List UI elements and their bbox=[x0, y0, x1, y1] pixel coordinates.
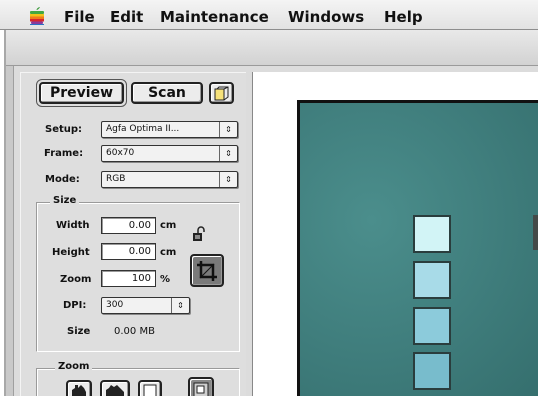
popup-stepper-icon: ⇕ bbox=[219, 146, 237, 161]
frame-popup[interactable]: 60x70 ⇕ bbox=[101, 145, 238, 162]
mode-value: RGB bbox=[106, 174, 126, 184]
crop-icon bbox=[197, 260, 217, 281]
mode-popup[interactable]: RGB ⇕ bbox=[101, 171, 238, 188]
setup-popup[interactable]: Agfa Optima II... ⇕ bbox=[101, 121, 238, 138]
size-group-title: Size bbox=[50, 195, 80, 206]
scan-button[interactable]: Scan bbox=[131, 82, 203, 104]
window-frame-edge bbox=[6, 66, 14, 396]
setup-label: Setup: bbox=[45, 124, 83, 135]
dpi-label: DPI: bbox=[63, 300, 87, 311]
zoom-fit-icon bbox=[143, 384, 157, 396]
zoom-out-tool-button[interactable] bbox=[100, 380, 130, 396]
zoom-field[interactable]: 100 bbox=[101, 270, 156, 287]
color-swatch-4 bbox=[413, 352, 451, 390]
frame-value: 60x70 bbox=[106, 148, 135, 158]
color-swatch-1 bbox=[413, 215, 451, 253]
width-label: Width bbox=[56, 220, 90, 231]
menu-file[interactable]: File bbox=[64, 8, 95, 26]
width-unit: cm bbox=[160, 220, 177, 231]
height-unit: cm bbox=[160, 247, 177, 258]
menu-windows[interactable]: Windows bbox=[288, 8, 364, 26]
menu-help[interactable]: Help bbox=[384, 8, 423, 26]
frame-label: Frame: bbox=[44, 148, 84, 159]
crop-button[interactable] bbox=[190, 254, 224, 287]
lock-icon[interactable] bbox=[192, 226, 210, 244]
size-value: 0.00 MB bbox=[114, 326, 155, 337]
frame-icon bbox=[214, 86, 229, 100]
window-title-bar[interactable] bbox=[6, 30, 538, 66]
apple-menu-icon[interactable] bbox=[28, 6, 46, 25]
zoom-select-icon bbox=[193, 382, 209, 396]
height-label: Height bbox=[52, 247, 90, 258]
zoom-hand-icon bbox=[106, 385, 124, 396]
preview-button[interactable]: Preview bbox=[39, 82, 124, 104]
width-field[interactable]: 0.00 bbox=[101, 217, 156, 234]
popup-arrow-icon: ⇕ bbox=[219, 122, 237, 137]
dpi-popup[interactable]: 300 ⇕ bbox=[101, 297, 190, 314]
zoom-group-title: Zoom bbox=[55, 361, 93, 372]
mode-label: Mode: bbox=[45, 174, 80, 185]
menu-edit[interactable]: Edit bbox=[110, 8, 143, 26]
popup-arrow-icon: ⇕ bbox=[219, 172, 237, 187]
setup-value: Agfa Optima II... bbox=[106, 124, 180, 134]
zoom-label: Zoom bbox=[60, 274, 92, 285]
preview-edge-swatch bbox=[533, 215, 538, 250]
color-swatch-2 bbox=[413, 261, 451, 299]
zoom-select-tool-button[interactable] bbox=[188, 377, 214, 396]
size-label: Size bbox=[67, 326, 91, 337]
dpi-value: 300 bbox=[106, 300, 124, 310]
color-swatch-3 bbox=[413, 307, 451, 345]
zoom-fit-tool-button[interactable] bbox=[138, 380, 162, 396]
zoom-hand-icon bbox=[72, 385, 86, 396]
popup-arrow-icon: ⇕ bbox=[171, 298, 189, 313]
menu-bar: File Edit Maintenance Windows Help bbox=[0, 0, 538, 30]
frame-button[interactable] bbox=[209, 82, 234, 104]
zoom-unit: % bbox=[160, 274, 171, 285]
menu-maintenance[interactable]: Maintenance bbox=[160, 8, 269, 26]
height-field[interactable]: 0.00 bbox=[101, 243, 156, 260]
zoom-in-tool-button[interactable] bbox=[66, 380, 92, 396]
